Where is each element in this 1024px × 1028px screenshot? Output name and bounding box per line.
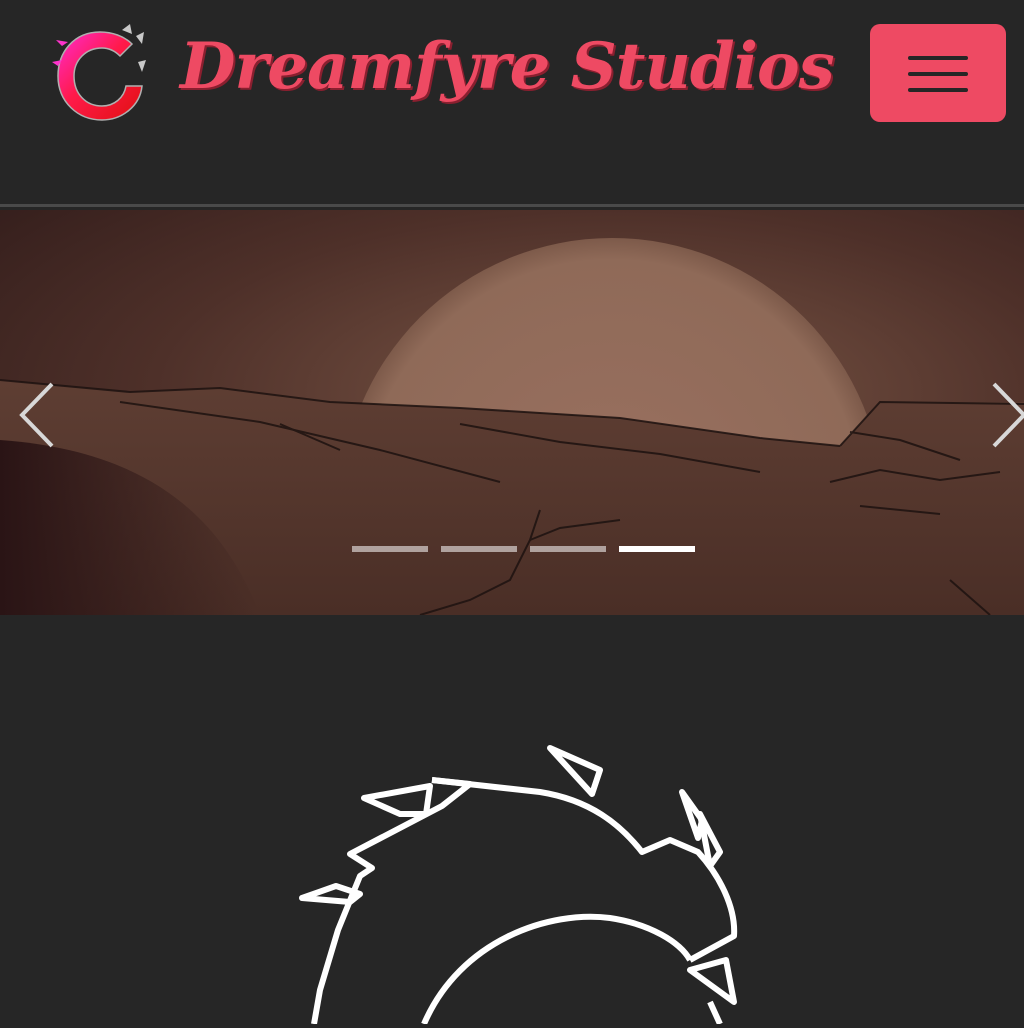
carousel-indicator-1[interactable] <box>352 546 428 552</box>
carousel-indicator-4[interactable] <box>619 546 695 552</box>
chevron-left-icon <box>19 382 54 448</box>
carousel-indicator-3[interactable] <box>530 546 606 552</box>
brand-logo-icon[interactable] <box>52 22 148 126</box>
chevron-right-icon <box>992 382 1024 448</box>
dragon-ring-outline-icon <box>290 740 760 1026</box>
desert-sunset-slide <box>0 210 1024 615</box>
navbar: Dreamfyre Studios <box>0 0 1024 207</box>
carousel-indicator-2[interactable] <box>441 546 517 552</box>
brand-title[interactable]: Dreamfyre Studios <box>180 22 835 112</box>
carousel-next-button[interactable] <box>986 380 1024 450</box>
hero-carousel <box>0 210 1024 615</box>
carousel-prev-button[interactable] <box>12 380 62 450</box>
hamburger-menu-button[interactable] <box>870 24 1006 122</box>
